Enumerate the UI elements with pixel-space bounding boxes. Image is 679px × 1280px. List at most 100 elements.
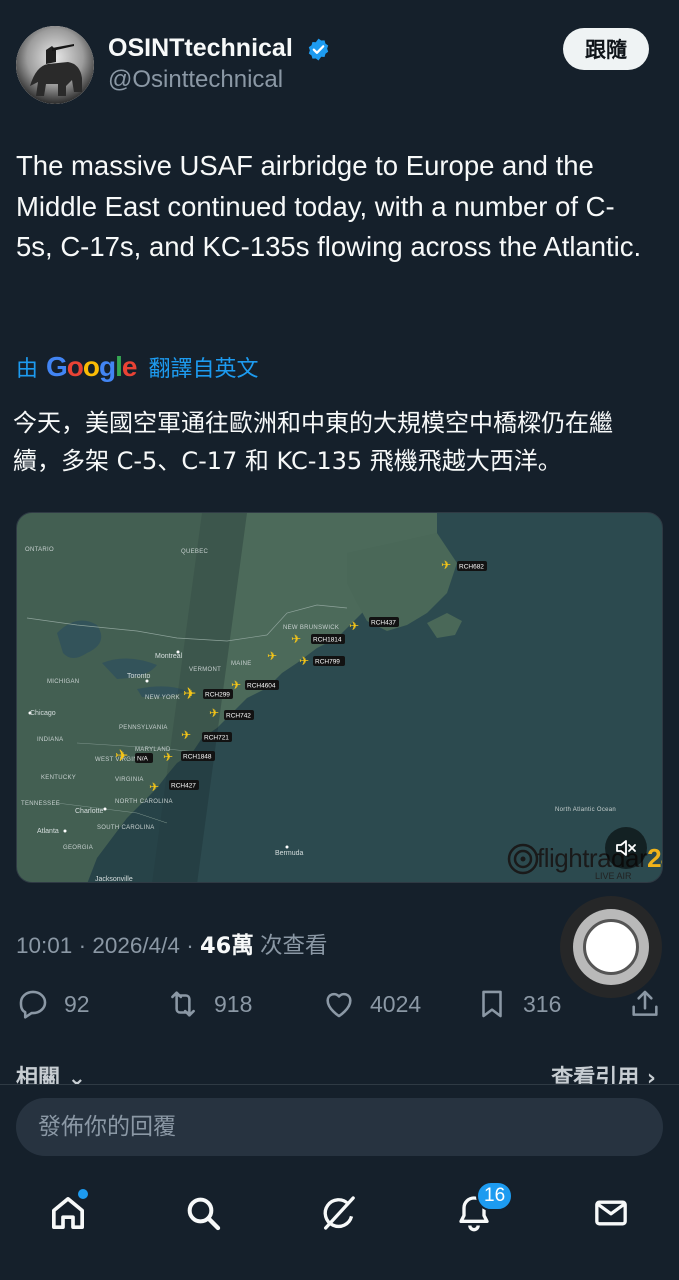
like-action[interactable]: 4024 xyxy=(322,980,421,1028)
repost-action[interactable]: 918 xyxy=(166,980,252,1028)
home-unread-dot xyxy=(78,1189,88,1199)
author-handle[interactable]: @Osinttechnical xyxy=(108,66,283,94)
watermark-sub: LIVE AIR TRAFFIC xyxy=(595,871,633,882)
tweet-header: OSINTtechnical @Osinttechnical 跟隨 xyxy=(0,0,679,120)
meta-separator: · xyxy=(78,933,87,958)
region-label: INDIANA xyxy=(37,737,63,743)
region-label: PENNSYLVANIA xyxy=(119,725,168,731)
home-icon xyxy=(52,1197,84,1229)
translation-by-label: 由 xyxy=(16,357,39,382)
flight-marker: ✈ xyxy=(267,649,277,663)
author-avatar[interactable] xyxy=(16,26,94,104)
reply-action[interactable]: 92 xyxy=(16,980,90,1028)
svg-text:✈: ✈ xyxy=(115,748,128,765)
author-name[interactable]: OSINTtechnical xyxy=(108,34,293,63)
bookmark-icon xyxy=(482,990,502,1018)
nav-messages[interactable] xyxy=(589,1191,633,1235)
speaker-muted-icon xyxy=(616,840,636,856)
tweet-media-video[interactable]: ONTARIO QUEBEC NEW BRUNSWICK VERMONT MAI… xyxy=(16,512,663,883)
svg-text:RCH1814: RCH1814 xyxy=(313,637,342,644)
region-label: NEW YORK xyxy=(145,695,180,701)
heart-icon xyxy=(326,992,352,1018)
svg-text:N/A: N/A xyxy=(137,756,149,763)
reply-input[interactable] xyxy=(16,1098,663,1156)
related-row: 相關 ⌄ 查看引用 › xyxy=(16,1060,656,1086)
region-label: GEORGIA xyxy=(63,845,93,851)
svg-text:RCH427: RCH427 xyxy=(171,783,196,790)
share-action[interactable] xyxy=(628,980,662,1028)
region-label: NEW BRUNSWICK xyxy=(283,625,339,631)
svg-text:✈: ✈ xyxy=(209,706,219,720)
bookmark-count: 316 xyxy=(523,990,562,1017)
flight-marker: ✈ RCH1814 xyxy=(291,632,345,646)
city-label: Montreal xyxy=(155,653,183,660)
like-count: 4024 xyxy=(370,990,422,1017)
follow-button[interactable]: 跟隨 xyxy=(563,28,649,70)
repost-count: 918 xyxy=(214,990,253,1017)
bottom-nav: 16 xyxy=(0,1173,679,1280)
region-label: VERMONT xyxy=(189,667,221,673)
svg-text:✈: ✈ xyxy=(441,558,451,572)
city-label: Charlotte xyxy=(75,808,104,815)
translation-attribution[interactable]: 由 Google 翻譯自英文 xyxy=(16,350,259,384)
radar-logo-icon xyxy=(507,843,539,875)
flight-map: ONTARIO QUEBEC NEW BRUNSWICK VERMONT MAI… xyxy=(17,513,662,883)
watermark-brand-num: 24 xyxy=(647,843,662,873)
translation-from-label: 翻譯自英文 xyxy=(148,357,259,382)
city-label: Toronto xyxy=(127,673,150,680)
reply-bar xyxy=(0,1085,679,1173)
verified-badge-icon xyxy=(308,38,329,61)
svg-text:✈: ✈ xyxy=(299,654,309,668)
region-label: ONTARIO xyxy=(25,547,54,553)
nav-search[interactable] xyxy=(181,1191,225,1235)
reply-count: 92 xyxy=(64,990,90,1017)
tweet-text: The massive USAF airbridge to Europe and… xyxy=(16,150,642,262)
tweet-time[interactable]: 10:01 xyxy=(16,933,72,958)
nav-home[interactable] xyxy=(46,1189,90,1235)
search-icon xyxy=(187,1197,221,1231)
region-label: NORTH CAROLINA xyxy=(115,799,173,805)
view-count[interactable]: 46萬 xyxy=(200,933,254,959)
region-label: TENNESSEE xyxy=(21,801,60,807)
related-tab[interactable]: 相關 ⌄ xyxy=(16,1060,86,1086)
share-icon xyxy=(632,990,658,1016)
region-label: KENTUCKY xyxy=(41,775,76,781)
view-label: 次查看 xyxy=(260,933,328,959)
svg-text:RCH721: RCH721 xyxy=(204,735,229,742)
region-label: SOUTH CAROLINA xyxy=(97,825,155,831)
svg-text:RCH437: RCH437 xyxy=(371,620,396,627)
bookmark-action[interactable]: 316 xyxy=(475,980,561,1028)
svg-text:RCH742: RCH742 xyxy=(226,713,251,720)
svg-text:✈: ✈ xyxy=(291,632,301,646)
nav-grok[interactable] xyxy=(317,1191,361,1235)
tweet-meta: 10:01 · 2026/4/4 · 46萬 次查看 xyxy=(16,928,328,960)
google-logo: Google xyxy=(46,351,137,382)
svg-text:RCH299: RCH299 xyxy=(205,692,230,699)
tweet-actions: 92 918 4024 316 xyxy=(0,980,679,1030)
mute-button[interactable] xyxy=(605,827,647,869)
flight-marker: ✈ RCH799 xyxy=(299,654,345,668)
city-label: Bermuda xyxy=(275,850,304,857)
svg-text:✈: ✈ xyxy=(183,686,196,703)
tweet-date[interactable]: 2026/4/4 xyxy=(92,933,180,958)
region-label: North Atlantic Ocean xyxy=(555,807,616,813)
notifications-badge: 16 xyxy=(476,1181,514,1211)
svg-text:RCH799: RCH799 xyxy=(315,659,340,666)
svg-text:✈: ✈ xyxy=(349,619,359,633)
nav-notifications[interactable]: 16 xyxy=(452,1181,514,1235)
region-label: MAINE xyxy=(231,661,252,667)
svg-text:RCH4604: RCH4604 xyxy=(247,683,276,690)
region-label: MICHIGAN xyxy=(47,679,79,685)
svg-text:✈: ✈ xyxy=(181,728,191,742)
flight-marker: ✈ RCH4604 xyxy=(231,678,279,692)
city-label: Chicago xyxy=(30,710,56,717)
svg-text:✈: ✈ xyxy=(163,750,173,764)
region-label: VIRGINIA xyxy=(115,777,144,783)
city-label: Jacksonville xyxy=(95,876,133,883)
meta-separator: · xyxy=(186,933,194,958)
view-quotes-link[interactable]: 查看引用 › xyxy=(551,1060,656,1086)
repost-icon xyxy=(171,991,195,1017)
city-label: Atlanta xyxy=(37,828,59,835)
translated-text: 今天，美國空軍通往歐洲和中東的大規模空中橋樑仍在繼續，多架 C-5、C-17 和… xyxy=(13,409,613,475)
svg-text:RCH1848: RCH1848 xyxy=(183,754,212,761)
